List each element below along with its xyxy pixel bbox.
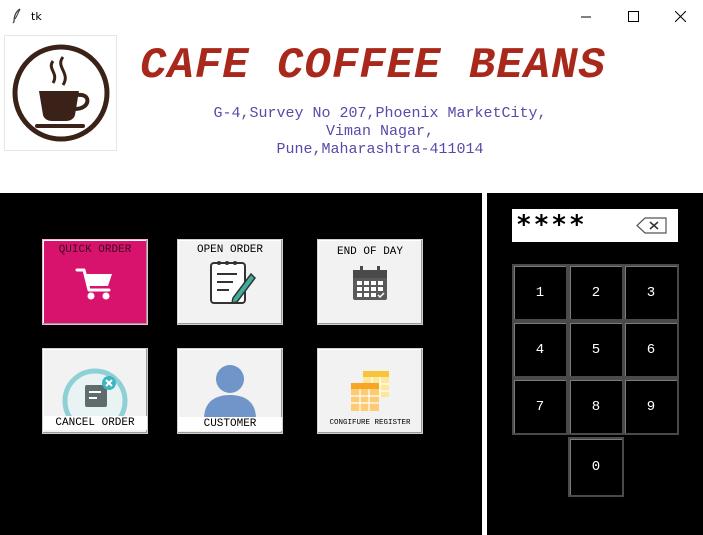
backspace-icon[interactable] xyxy=(636,217,668,234)
quick-order-label: QUICK ORDER xyxy=(58,244,132,256)
customer-label: CUSTOMER xyxy=(178,417,282,431)
pin-value: **** xyxy=(516,210,587,240)
pin-input[interactable]: **** xyxy=(512,209,678,242)
cafe-logo xyxy=(4,35,117,151)
open-order-label: OPEN ORDER xyxy=(196,244,263,256)
shopping-cart-icon xyxy=(75,268,112,300)
configure-register-button[interactable]: CONGIFURE REGISTER xyxy=(317,348,423,434)
keypad-key-8[interactable]: 8 xyxy=(568,378,624,435)
open-order-button[interactable]: OPEN ORDER xyxy=(177,239,283,325)
spreadsheet-icon xyxy=(351,371,389,411)
coffee-cup-icon xyxy=(12,44,109,142)
window-title: tk xyxy=(31,10,42,23)
address-line-3: Pune,Maharashtra-411014 xyxy=(276,141,484,158)
keypad-key-9[interactable]: 9 xyxy=(623,378,679,435)
maximize-button[interactable] xyxy=(610,0,656,33)
maximize-icon xyxy=(627,11,639,22)
keypad-key-0[interactable]: 0 xyxy=(568,437,624,497)
keypad-key-4[interactable]: 4 xyxy=(512,321,568,378)
store-address: G-4,Survey No 207,Phoenix MarketCity, Vi… xyxy=(160,105,600,159)
minimize-button[interactable] xyxy=(563,0,609,33)
address-line-2: Viman Nagar, xyxy=(325,123,435,140)
keypad-key-6[interactable]: 6 xyxy=(623,321,679,378)
keypad-key-7[interactable]: 7 xyxy=(512,378,568,435)
quick-order-button[interactable]: QUICK ORDER xyxy=(42,239,148,325)
end-of-day-button[interactable]: END OF DAY xyxy=(317,239,423,325)
close-button[interactable] xyxy=(657,0,703,33)
minimize-icon xyxy=(580,16,591,18)
address-line-1: G-4,Survey No 207,Phoenix MarketCity, xyxy=(213,105,547,122)
keypad-key-5[interactable]: 5 xyxy=(568,321,624,378)
cancel-order-button[interactable]: CANCEL ORDER xyxy=(42,348,148,434)
title-bar: tk xyxy=(0,0,703,33)
configure-register-label: CONGIFURE REGISTER xyxy=(329,419,411,427)
app-window: tk CAFE COFFEE BEANS G-4,Survey No 207,P… xyxy=(0,0,703,535)
calendar-icon xyxy=(353,266,387,300)
cancel-order-label: CANCEL ORDER xyxy=(43,416,147,430)
cancel-document-icon xyxy=(62,368,128,419)
keypad-key-3[interactable]: 3 xyxy=(623,264,679,321)
feather-icon xyxy=(12,8,21,24)
close-icon xyxy=(674,11,686,22)
keypad-key-2[interactable]: 2 xyxy=(568,264,624,321)
brand-title: CAFE COFFEE BEANS xyxy=(140,41,606,91)
keypad-key-1[interactable]: 1 xyxy=(512,264,568,321)
user-silhouette-icon xyxy=(204,365,256,419)
header: CAFE COFFEE BEANS G-4,Survey No 207,Phoe… xyxy=(0,33,703,193)
end-of-day-label: END OF DAY xyxy=(336,246,403,258)
customer-button[interactable]: CUSTOMER xyxy=(177,348,283,434)
notepad-pencil-icon xyxy=(210,261,256,304)
